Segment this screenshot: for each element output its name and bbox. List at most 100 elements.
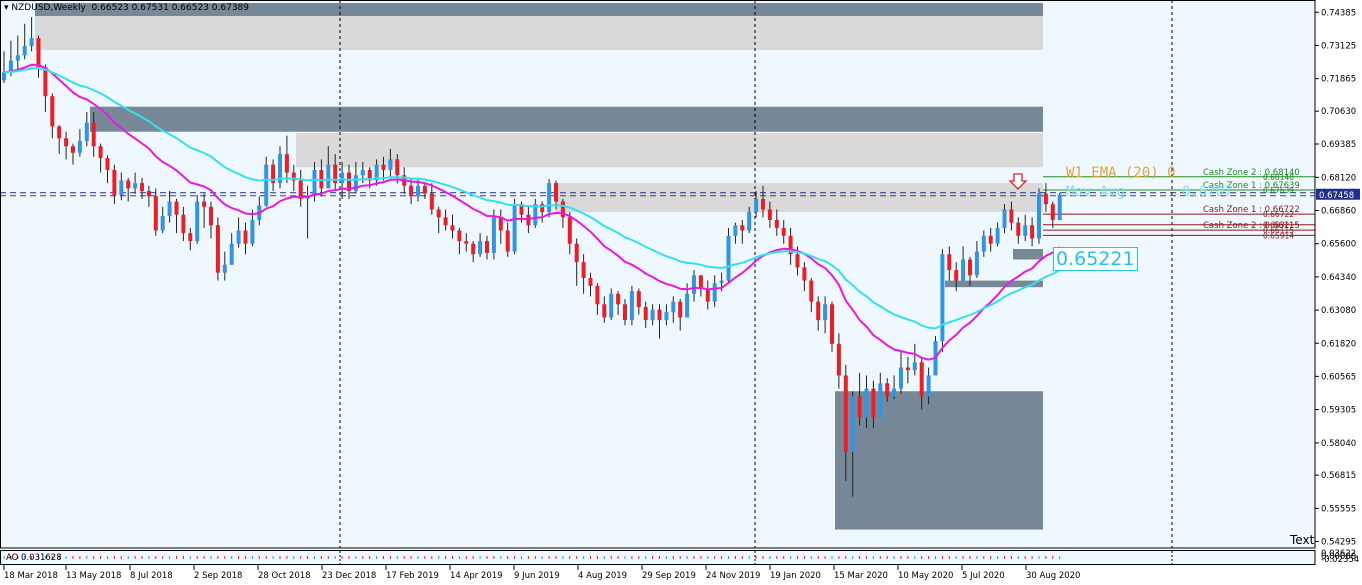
candle-bull — [878, 383, 883, 418]
candle-bull — [747, 212, 752, 231]
y-tick-label: 0.55555 — [1321, 504, 1356, 514]
candle-bull — [388, 159, 393, 170]
candle-bear — [1016, 222, 1021, 236]
x-tick-label: 5 Jul 2020 — [962, 571, 1005, 581]
candle-bull — [512, 204, 517, 252]
chart-window[interactable]: Cash Zone 2 : 0.68140 Cash Zone 1 : 0.676… — [0, 0, 1362, 585]
candle-bear — [705, 288, 710, 302]
x-tick-label: 23 Dec 2018 — [322, 571, 376, 581]
y-tick-label: 0.56815 — [1321, 471, 1356, 481]
candle-bear — [112, 169, 117, 195]
price-axis-bg — [1315, 0, 1362, 585]
x-tick-label: 15 Mar 2020 — [834, 571, 888, 581]
candle-bear — [457, 230, 462, 242]
candle-bull — [650, 309, 655, 321]
mov-avg-label: Mov Avg 0.6707 — [1066, 184, 1232, 200]
candle-bear — [71, 146, 75, 153]
x-tick-label: 10 May 2020 — [898, 571, 953, 581]
candle-bear — [409, 185, 414, 197]
candle-bull — [995, 227, 1000, 244]
candle-bear — [698, 275, 703, 289]
x-tick-label: 8 Jul 2018 — [130, 571, 173, 581]
x-tick-label: 24 Nov 2019 — [706, 571, 760, 581]
candle-bull — [229, 243, 234, 265]
candle-bear — [574, 243, 579, 263]
candle-bear — [284, 154, 289, 173]
y-tick-label: 0.58040 — [1321, 439, 1356, 449]
candle-bear — [802, 267, 807, 281]
candle-bull — [84, 122, 89, 141]
candle-bull — [236, 230, 241, 244]
ao-indicator-panel: 0.036220.00000-0.02354 — [0, 549, 1359, 565]
ao-scale-label: -0.02354 — [1321, 555, 1359, 565]
candle-bear — [830, 304, 834, 344]
candle-bull — [478, 241, 483, 255]
candle-bear — [623, 304, 627, 321]
x-tick-label: 18 Mar 2018 — [4, 571, 58, 581]
candle-bull — [1057, 194, 1062, 220]
x-tick-label: 19 Jan 2020 — [770, 571, 821, 581]
candle-bull — [167, 201, 172, 217]
candle-bull — [547, 183, 552, 213]
candle-bear — [657, 309, 662, 321]
candle-bear — [602, 304, 607, 318]
x-tick-label: 30 Aug 2020 — [1026, 571, 1080, 581]
candle-bear — [636, 291, 641, 307]
candle-bull — [195, 201, 200, 242]
candle-bear — [98, 146, 103, 159]
level-price-tag: 0.66722 — [1263, 210, 1294, 219]
candle-bull — [1037, 193, 1041, 239]
candle-bear — [774, 219, 779, 228]
candle-bull — [754, 198, 759, 213]
x-tick-label: 2 Sep 2018 — [194, 571, 242, 581]
dropdown-arrow-icon[interactable]: ▾ — [4, 3, 9, 13]
candle-bull — [629, 291, 634, 321]
candle-bear — [554, 183, 558, 202]
candle-bear — [471, 243, 476, 255]
symbol-label: NZDUSD,Weekly — [11, 3, 86, 13]
x-tick-label: 17 Feb 2019 — [386, 571, 439, 581]
candle-bull — [222, 264, 227, 273]
candle-bull — [823, 304, 828, 321]
candle-bear — [843, 375, 848, 452]
candle-bear — [767, 209, 772, 220]
candle-bull — [250, 219, 255, 244]
y-tick-label: 0.74385 — [1321, 8, 1356, 18]
y-tick-label: 0.61820 — [1321, 339, 1356, 349]
candle-bear — [209, 206, 213, 226]
candle-bear — [422, 185, 427, 194]
candle-bear — [947, 254, 952, 271]
candle-bear — [588, 277, 593, 286]
candle-bull — [133, 183, 138, 189]
candle-bear — [871, 388, 876, 418]
candle-bull — [491, 217, 496, 253]
candle-bear — [36, 38, 41, 68]
zone-rect — [90, 106, 1043, 132]
candle-bear — [795, 254, 800, 268]
corner-text: Text — [1290, 533, 1315, 547]
mov-avg-value: 0.6707 — [1181, 184, 1233, 200]
candle-bull — [22, 46, 27, 56]
candle-bear — [105, 158, 110, 170]
candle-bull — [533, 204, 538, 226]
candle-bear — [595, 285, 600, 305]
candle-bull — [671, 301, 676, 313]
x-tick-label: 13 May 2018 — [66, 571, 121, 581]
y-tick-label: 0.59305 — [1321, 406, 1356, 416]
candle-bear — [181, 214, 186, 234]
price-chart[interactable]: Cash Zone 2 : 0.68140Cash Zone 1 : 0.676… — [0, 0, 1362, 585]
candle-bull — [912, 362, 917, 371]
candle-bull — [160, 216, 165, 231]
y-tick-label: 0.66860 — [1321, 207, 1356, 217]
candle-bull — [899, 367, 903, 389]
y-tick-label: 0.68120 — [1321, 173, 1356, 183]
ema-label: W1 EMA (20) 0 — [1066, 165, 1176, 181]
y-tick-label: 0.71865 — [1321, 75, 1356, 85]
level-price-tag: 0.68140 — [1263, 173, 1294, 182]
candle-bull — [850, 396, 855, 452]
candle-bear — [581, 262, 586, 278]
zone-rect — [556, 183, 1043, 213]
candle-bear — [498, 217, 503, 231]
candle-bear — [954, 270, 959, 281]
candle-bear — [1043, 193, 1048, 205]
